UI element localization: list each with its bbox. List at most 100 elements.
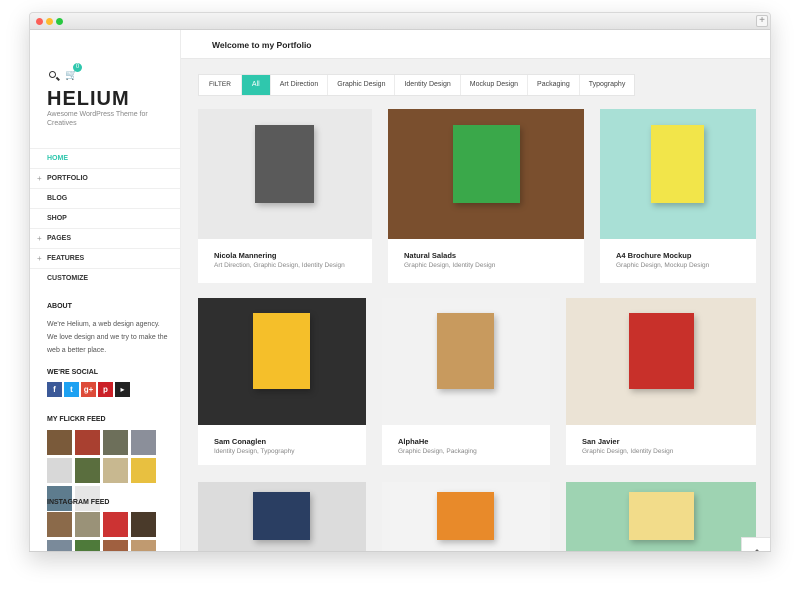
menu-item-label: PORTFOLIO: [47, 175, 88, 182]
site-tagline: Awesome WordPress Theme for Creatives: [47, 111, 148, 127]
expand-plus-icon: +: [37, 234, 42, 243]
menu-item-label: PAGES: [47, 235, 71, 242]
menu-item-pages[interactable]: + PAGES: [30, 228, 180, 248]
portfolio-item-image[interactable]: [198, 482, 366, 551]
filter-all[interactable]: All: [241, 75, 271, 95]
mockup-shape: [651, 125, 704, 203]
portfolio-item-title[interactable]: Sam Conaglen: [214, 437, 266, 446]
filter-art-direction[interactable]: Art Direction: [271, 75, 329, 95]
portfolio-item[interactable]: [382, 482, 550, 551]
flickr-thumbnail[interactable]: [47, 430, 72, 455]
title-bar: +: [30, 13, 770, 30]
portfolio-item-title[interactable]: Natural Salads: [404, 251, 456, 260]
portfolio-item[interactable]: AlphaHe Graphic Design, Packaging: [382, 298, 550, 465]
portfolio-item-image[interactable]: [198, 298, 366, 425]
portfolio-item-image[interactable]: [388, 109, 584, 239]
mockup-shape: [437, 492, 494, 540]
portfolio-item[interactable]: San Javier Graphic Design, Identity Desig…: [566, 298, 756, 465]
flickr-thumbnail[interactable]: [75, 458, 100, 483]
instagram-thumbnail[interactable]: [47, 512, 72, 537]
expand-plus-icon: +: [37, 174, 42, 183]
portfolio-item-image[interactable]: [566, 298, 756, 425]
page-header: Welcome to my Portfolio: [181, 30, 770, 59]
mockup-shape: [629, 313, 694, 389]
twitter-icon[interactable]: t: [64, 382, 79, 397]
portfolio-filter-bar: FILTER All Art Direction Graphic Design Ide…: [198, 74, 636, 96]
portfolio-item-title[interactable]: AlphaHe: [398, 437, 428, 446]
about-heading: ABOUT: [47, 303, 72, 310]
filter-identity-design[interactable]: Identity Design: [395, 75, 461, 95]
filter-graphic-design[interactable]: Graphic Design: [328, 75, 396, 95]
portfolio-item-image[interactable]: [382, 298, 550, 425]
cart-count-badge: 0: [73, 63, 82, 72]
portfolio-item-image[interactable]: [566, 482, 756, 551]
maximize-window-button[interactable]: [56, 18, 63, 25]
portfolio-item-categories: Art Direction, Graphic Design, Identity …: [214, 262, 345, 269]
filter-label: FILTER: [199, 75, 242, 95]
minimize-window-button[interactable]: [46, 18, 53, 25]
filter-packaging[interactable]: Packaging: [528, 75, 580, 95]
portfolio-item[interactable]: Sam Conaglen Identity Design, Typography: [198, 298, 366, 465]
flickr-thumbnail[interactable]: [75, 430, 100, 455]
mockup-shape: [253, 313, 310, 389]
instagram-heading: INSTAGRAM FEED: [47, 499, 110, 506]
menu-item-home[interactable]: HOME: [30, 148, 180, 168]
portfolio-item[interactable]: [566, 482, 756, 551]
portfolio-item-image[interactable]: [382, 482, 550, 551]
window-bottom-edge: [29, 551, 771, 552]
menu-item-shop[interactable]: SHOP: [30, 208, 180, 228]
rss-icon[interactable]: ▸: [115, 382, 130, 397]
mockup-shape: [437, 313, 494, 389]
google-plus-icon[interactable]: g+: [81, 382, 96, 397]
flickr-heading: MY FLICKR FEED: [47, 416, 106, 423]
expand-plus-icon: +: [37, 254, 42, 263]
portfolio-item-title[interactable]: A4 Brochure Mockup: [616, 251, 691, 260]
main-menu: HOME + PORTFOLIO BLOG SHOP + PAGES + FEATURES CUS…: [30, 148, 180, 288]
mockup-shape: [453, 125, 520, 203]
portfolio-item-image[interactable]: [600, 109, 756, 239]
browser-window: + 🛒 0 HELIUM Awesome WordPress Theme for…: [29, 12, 771, 552]
portfolio-item[interactable]: Natural Salads Graphic Design, Identity D…: [388, 109, 584, 283]
menu-item-features[interactable]: + FEATURES: [30, 248, 180, 268]
portfolio-item[interactable]: [198, 482, 366, 551]
portfolio-item[interactable]: Nicola Mannering Art Direction, Graphic D…: [198, 109, 372, 283]
scroll-to-top-button[interactable]: ⌃: [741, 537, 770, 551]
instagram-thumbnail[interactable]: [103, 512, 128, 537]
search-icon[interactable]: [49, 71, 56, 78]
portfolio-item-categories: Graphic Design, Mockup Design: [616, 262, 710, 269]
flickr-thumbnail[interactable]: [103, 430, 128, 455]
mockup-shape: [255, 125, 314, 203]
mockup-shape: [629, 492, 694, 540]
portfolio-item-title[interactable]: Nicola Mannering: [214, 251, 277, 260]
page-title: Welcome to my Portfolio: [212, 40, 312, 50]
portfolio-item-categories: Graphic Design, Identity Design: [404, 262, 496, 269]
menu-item-label: FEATURES: [47, 255, 85, 262]
mockup-shape: [253, 492, 310, 540]
site-logo[interactable]: HELIUM: [47, 88, 130, 111]
menu-item-label: SHOP: [47, 215, 67, 222]
menu-item-label: HOME: [47, 155, 68, 162]
pinterest-icon[interactable]: p: [98, 382, 113, 397]
menu-item-customize[interactable]: CUSTOMIZE: [30, 268, 180, 288]
flickr-thumbnail[interactable]: [103, 458, 128, 483]
social-heading: WE'RE SOCIAL: [47, 369, 99, 376]
new-tab-button[interactable]: +: [756, 15, 768, 27]
portfolio-item-title[interactable]: San Javier: [582, 437, 620, 446]
instagram-thumbnail[interactable]: [131, 512, 156, 537]
portfolio-item-image[interactable]: [198, 109, 372, 239]
close-window-button[interactable]: [36, 18, 43, 25]
sidebar: 🛒 0 HELIUM Awesome WordPress Theme for C…: [30, 30, 181, 551]
about-text: We're Helium, a web design agency. We lo…: [47, 321, 168, 354]
portfolio-item-categories: Identity Design, Typography: [214, 448, 295, 455]
instagram-thumbnail[interactable]: [75, 512, 100, 537]
flickr-thumbnail[interactable]: [131, 458, 156, 483]
filter-mockup-design[interactable]: Mockup Design: [461, 75, 529, 95]
flickr-thumbnail[interactable]: [47, 458, 72, 483]
facebook-icon[interactable]: f: [47, 382, 62, 397]
filter-typography[interactable]: Typography: [580, 75, 635, 95]
portfolio-item-categories: Graphic Design, Identity Design: [582, 448, 674, 455]
portfolio-item[interactable]: A4 Brochure Mockup Graphic Design, Mockup…: [600, 109, 756, 283]
menu-item-portfolio[interactable]: + PORTFOLIO: [30, 168, 180, 188]
flickr-thumbnail[interactable]: [131, 430, 156, 455]
menu-item-blog[interactable]: BLOG: [30, 188, 180, 208]
